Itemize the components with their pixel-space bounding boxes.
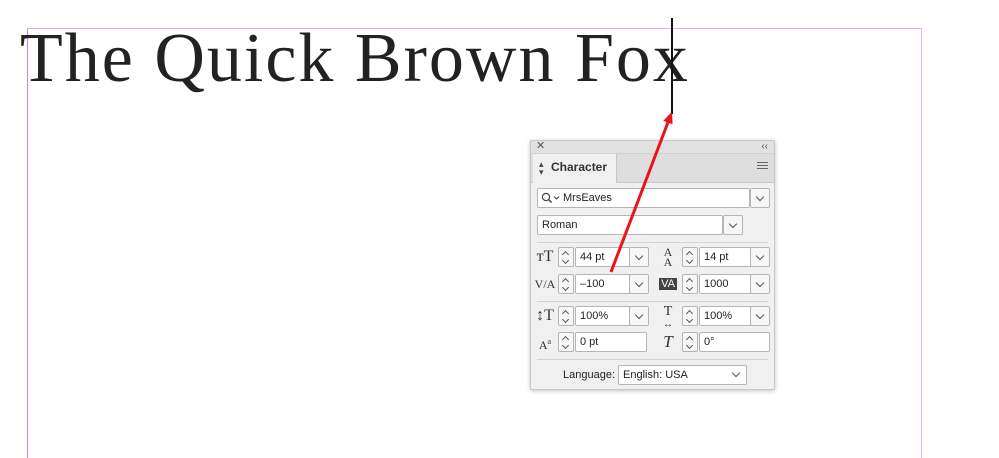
chevron-down-icon	[755, 251, 765, 261]
language-label: Language:	[563, 369, 615, 381]
tracking-value: 1000	[704, 278, 729, 290]
vertical-scale-stepper[interactable]	[558, 306, 574, 326]
divider	[537, 242, 768, 243]
vertical-scale-icon: ↕T	[536, 307, 554, 324]
search-icon	[541, 192, 560, 204]
baseline-shift-icon: Aa	[538, 337, 552, 352]
headline-text-frame[interactable]: The Quick Brown Fox	[20, 24, 690, 94]
text-insertion-cursor	[671, 18, 673, 114]
vertical-scale-value: 100%	[580, 310, 609, 322]
tracking-field[interactable]: 1000	[699, 274, 755, 294]
font-family-dropdown-button[interactable]	[750, 188, 770, 208]
panel-tab-strip: ▴ ▾ Character	[531, 154, 774, 183]
kerning-dropdown-button[interactable]	[629, 274, 649, 294]
chevron-down-icon	[755, 192, 765, 202]
font-style-dropdown-button[interactable]	[723, 215, 743, 235]
leading-value: 14 pt	[704, 251, 729, 263]
kerning-stepper[interactable]	[558, 274, 574, 294]
chevron-down-icon	[634, 251, 644, 261]
chevron-down-icon	[755, 310, 765, 320]
panel-titlebar[interactable]: ✕ ‹‹	[531, 140, 774, 154]
skew-field[interactable]: 0°	[699, 332, 770, 352]
horizontal-scale-dropdown-button[interactable]	[750, 306, 770, 326]
font-size-stepper[interactable]	[558, 247, 574, 267]
tracking-dropdown-button[interactable]	[750, 274, 770, 294]
tracking-stepper[interactable]	[682, 274, 698, 294]
font-family-value: MrsEaves	[563, 192, 612, 204]
divider	[537, 301, 768, 302]
leading-field[interactable]: 14 pt	[699, 247, 755, 267]
chevron-down-icon	[755, 278, 765, 288]
font-size-dropdown-button[interactable]	[629, 247, 649, 267]
baseline-shift-field[interactable]: 0 pt	[575, 332, 647, 352]
horizontal-scale-field[interactable]: 100%	[699, 306, 755, 326]
close-icon[interactable]: ✕	[536, 140, 545, 153]
chevron-down-icon	[634, 310, 644, 320]
language-value: English: USA	[623, 369, 688, 381]
leading-dropdown-button[interactable]	[750, 247, 770, 267]
skew-stepper[interactable]	[682, 332, 698, 352]
font-size-icon: ᴛT	[536, 248, 554, 265]
horizontal-scale-stepper[interactable]	[682, 306, 698, 326]
chevron-down-icon	[731, 368, 741, 378]
tab-character[interactable]: ▴ ▾ Character	[533, 154, 617, 183]
language-select[interactable]: English: USA	[618, 365, 747, 385]
font-family-field[interactable]: MrsEaves	[537, 188, 750, 208]
skew-icon: T	[663, 332, 673, 351]
character-panel: ✕ ‹‹ ▴ ▾ Character MrsEaves Roman ᴛT 44 p…	[530, 140, 775, 390]
vertical-scale-field[interactable]: 100%	[575, 306, 631, 326]
font-style-value: Roman	[542, 219, 578, 231]
tab-expand-icon: ▴ ▾	[539, 159, 544, 177]
font-style-field[interactable]: Roman	[537, 215, 723, 235]
divider	[537, 359, 768, 360]
baseline-shift-value: 0 pt	[580, 336, 599, 348]
leading-stepper[interactable]	[682, 247, 698, 267]
baseline-shift-stepper[interactable]	[558, 332, 574, 352]
horizontal-scale-icon: T ↔	[663, 304, 673, 331]
skew-value: 0°	[704, 336, 715, 348]
kerning-icon: V/A	[534, 277, 556, 291]
kerning-field[interactable]: –100	[575, 274, 631, 294]
tracking-icon: VA	[659, 278, 677, 290]
chevron-down-icon	[634, 278, 644, 288]
leading-icon: AA	[663, 245, 673, 269]
font-size-field[interactable]: 44 pt	[575, 247, 631, 267]
vertical-scale-dropdown-button[interactable]	[629, 306, 649, 326]
horizontal-scale-value: 100%	[704, 310, 733, 322]
kerning-value: –100	[580, 278, 605, 290]
panel-menu-icon[interactable]	[757, 162, 768, 171]
collapse-icon[interactable]: ‹‹	[761, 140, 768, 153]
chevron-down-icon	[728, 219, 738, 229]
font-size-value: 44 pt	[580, 251, 605, 263]
tab-label: Character	[551, 160, 608, 174]
